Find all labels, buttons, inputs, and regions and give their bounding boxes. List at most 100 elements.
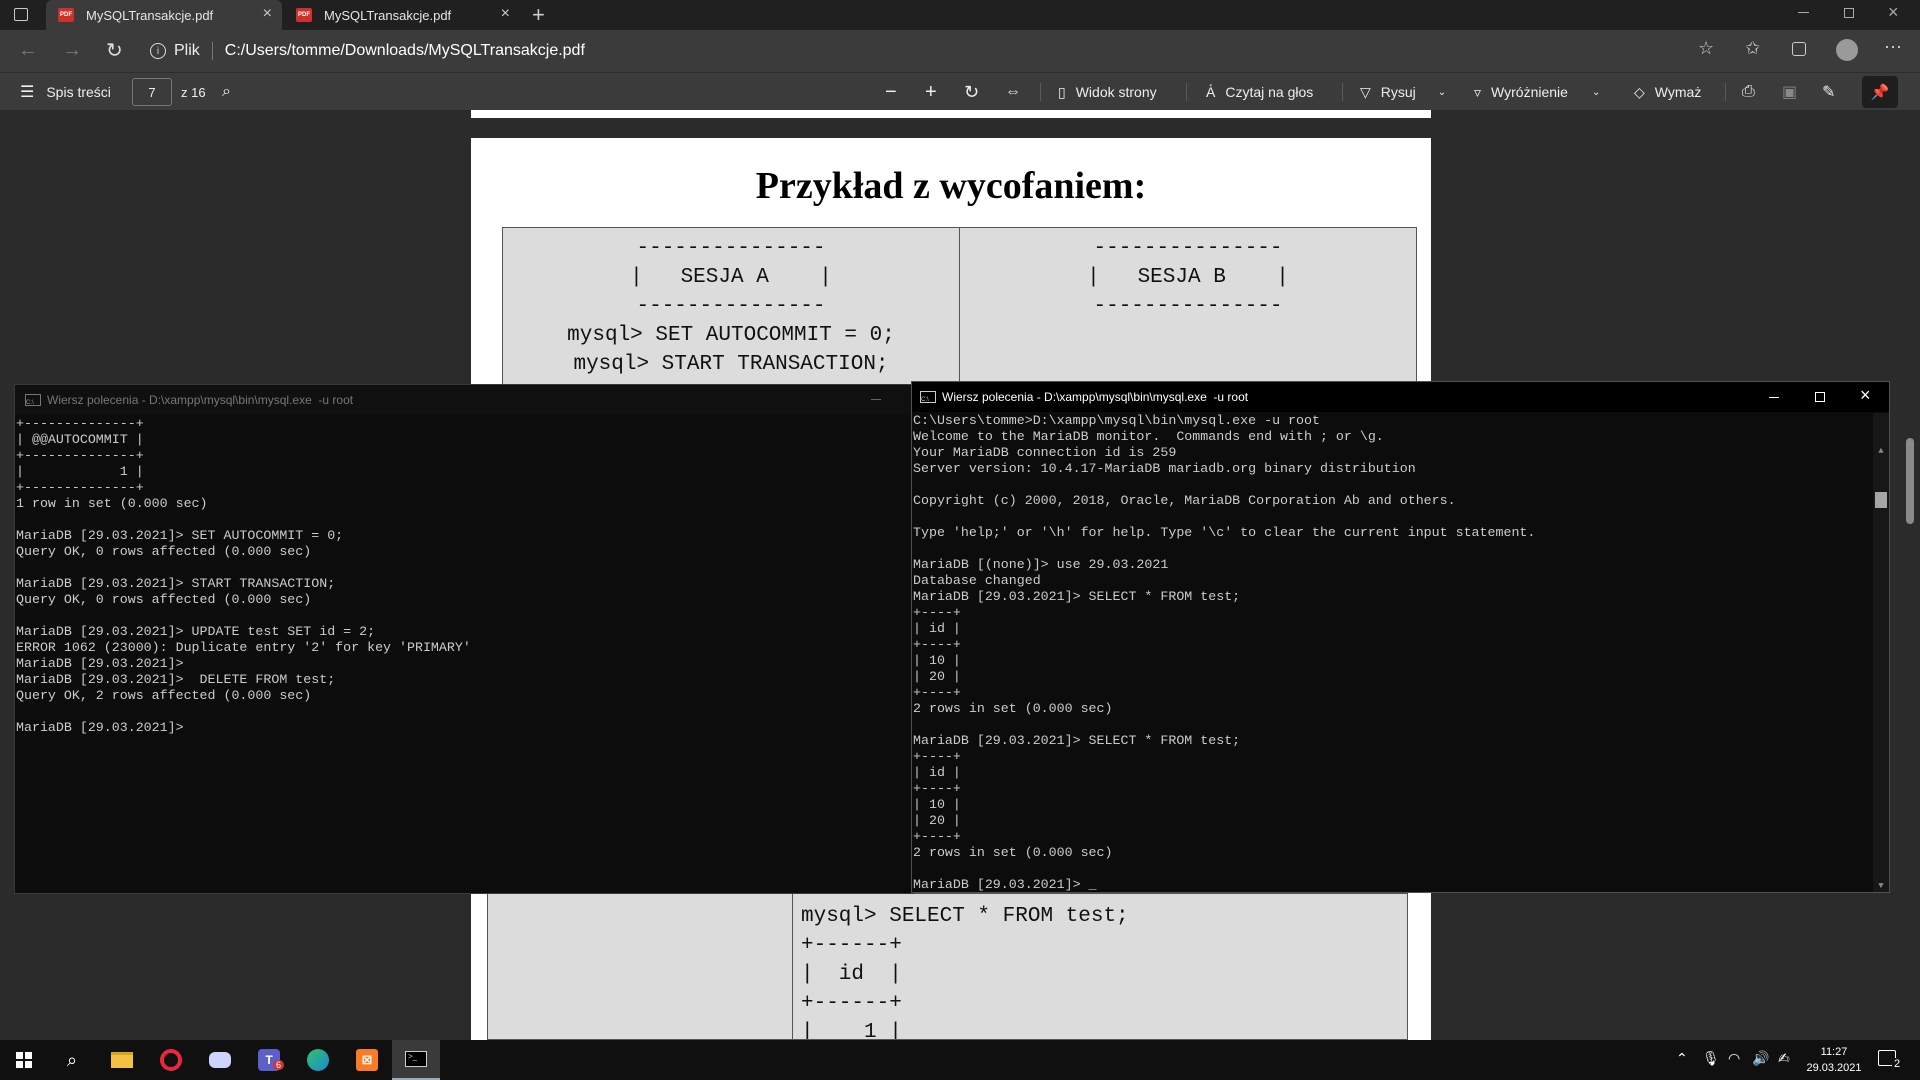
tab-actions-icon[interactable] [14,8,28,21]
pdf-text-line: +------+ [801,992,902,1015]
show-hidden-icons[interactable]: ⌃ [1676,1050,1688,1067]
cmd-line: | @@AUTOCOMMIT | [16,432,144,447]
cmd-line [913,477,1535,493]
tab-title: MySQLTransakcje.pdf [86,7,214,23]
start-button[interactable] [0,1040,48,1080]
erase-button[interactable]: ◇ Wymaż [1634,73,1701,111]
pdf-text-line: --------------- [1093,237,1283,260]
search-icon[interactable]: ⌕ [48,1040,96,1080]
pin-icon: 📌 [1870,84,1890,101]
wifi-icon[interactable]: ◠ [1728,1050,1740,1067]
rotate-icon[interactable]: ↻ [964,73,979,111]
search-icon[interactable]: ⌕ [222,73,231,111]
cmd-line [913,509,1535,525]
zoom-out-icon[interactable]: − [885,73,897,111]
favorites-icon[interactable]: ✩ [1745,38,1760,59]
cmd-line [913,541,1535,557]
cmd-line: Database changed [913,573,1041,588]
cmd-line: Welcome to the MariaDB monitor. Commands… [913,429,1384,444]
close-window-button[interactable]: × [1888,2,1899,23]
minimize-button[interactable] [1798,12,1809,13]
read-aloud-icon: A᷾ [1206,84,1216,100]
page-count: z 16 [181,84,206,100]
cmd-line: 1 row in set (0.000 sec) [16,496,208,511]
toc-button[interactable]: ☰ Spis treści [20,73,111,111]
maximize-button[interactable] [1815,392,1825,402]
close-icon[interactable]: × [501,5,510,23]
scrollbar-thumb[interactable] [1906,438,1914,524]
teams-icon[interactable]: T 6 [245,1040,293,1080]
cmd-line: Server version: 10.4.17-MariaDB mariadb.… [913,461,1416,476]
pdf-text-line: --------------- [636,295,826,318]
edge-icon[interactable] [294,1040,342,1080]
cmd-output: C:\Users\tomme>D:\xampp\mysql\bin\mysql.… [912,413,1535,892]
cmd-titlebar[interactable]: C:\ Wiersz polecenia - D:\xampp\mysql\bi… [912,382,1889,412]
refresh-icon[interactable]: ↻ [106,38,123,63]
read-aloud-button[interactable]: A᷾ Czytaj na głos [1206,73,1313,111]
pdf-text-line: mysql> SELECT * FROM test; [801,905,1129,928]
address-scheme: Plik [174,42,200,59]
cmd-line: Copyright (c) 2000, 2018, Oracle, MariaD… [913,493,1456,508]
collections-icon[interactable] [1792,42,1806,56]
cmd-window-right[interactable]: C:\ Wiersz polecenia - D:\xampp\mysql\bi… [911,381,1890,893]
forward-icon[interactable]: → [62,39,82,62]
xampp-icon[interactable]: ⊠ [343,1040,391,1080]
restore-button[interactable] [1844,8,1854,18]
close-button[interactable]: × [1860,386,1871,404]
draw-icon: ▽ [1360,83,1371,100]
discord-icon[interactable] [196,1040,244,1080]
highlight-button[interactable]: ▿ Wyróżnienie ⌄ [1474,73,1600,111]
tab-title: MySQLTransakcje.pdf [324,7,452,23]
windows-icon [16,1052,32,1068]
page-number-input[interactable]: 7 [132,78,172,106]
teams-badge: 6 [273,1060,285,1070]
pin-toolbar-button[interactable]: 📌 [1862,76,1898,108]
cmd-line [16,512,471,528]
minimize-button[interactable] [871,399,881,400]
divider [211,42,213,60]
scroll-up-icon[interactable]: ▲ [1873,445,1889,457]
pdf-text-line: --------------- [636,237,826,260]
tab-pdf-2[interactable]: PDF MySQLTransakcje.pdf × [284,0,520,30]
volume-icon[interactable]: 🔊 [1752,1050,1769,1067]
cmd-line: MariaDB [29.03.2021]> START TRANSACTION; [16,576,336,591]
cmd-scrollbar[interactable]: ▲ ▼ [1873,413,1889,892]
file-explorer-icon[interactable] [98,1040,146,1080]
scroll-down-icon[interactable]: ▼ [1873,880,1889,892]
save-as-icon[interactable]: ✎ [1822,73,1835,111]
new-tab-button[interactable]: + [532,2,545,28]
favorite-add-icon[interactable]: ☆ [1698,38,1714,59]
pdf-icon: PDF [58,8,74,22]
cmd-line [16,608,471,624]
page-view-button[interactable]: ▯ Widok strony [1058,73,1157,111]
cmd-window-left[interactable]: C:\ Wiersz polecenia - D:\xampp\mysql\bi… [14,384,914,894]
zoom-in-icon[interactable]: + [925,73,937,111]
draw-button[interactable]: ▽ Rysuj ⌄ [1360,73,1446,111]
cmd-line: Query OK, 2 rows affected (0.000 sec) [16,688,312,703]
print-icon[interactable]: ⎙ [1742,73,1755,111]
divider [1342,83,1343,101]
back-icon[interactable]: ← [18,39,38,62]
info-icon[interactable]: i [150,43,166,59]
cmd-line: MariaDB [29.03.2021]> SELECT * FROM test… [913,589,1241,604]
microphone-icon[interactable]: 🎙 [1702,1050,1720,1067]
cmd-line: Your MariaDB connection id is 259 [913,445,1177,460]
save-icon[interactable]: ▣ [1782,73,1797,111]
tab-pdf-1[interactable]: PDF MySQLTransakcje.pdf × [46,0,282,30]
cmd-taskbar-icon[interactable]: >_ [392,1040,440,1080]
cmd-line [16,560,471,576]
minimize-button[interactable] [1769,397,1779,398]
cmd-titlebar[interactable]: C:\ Wiersz polecenia - D:\xampp\mysql\bi… [15,385,913,415]
cmd-line: +--------------+ [16,416,144,431]
more-menu-icon[interactable]: ··· [1884,36,1902,57]
opera-icon[interactable] [147,1040,195,1080]
pen-icon[interactable]: ✍ [1778,1050,1790,1067]
cmd-title: Wiersz polecenia - D:\xampp\mysql\bin\my… [47,393,354,407]
clock[interactable]: 11:27 29.03.2021 [1806,1044,1862,1076]
close-icon[interactable]: × [263,5,272,23]
scrollbar-thumb[interactable] [1875,492,1887,508]
fit-width-icon[interactable]: ⇔ [1005,73,1021,111]
address-field[interactable]: i Plik C:/Users/tomme/Downloads/MySQLTra… [150,36,1710,66]
profile-avatar[interactable] [1836,39,1858,61]
divider [1725,83,1726,101]
